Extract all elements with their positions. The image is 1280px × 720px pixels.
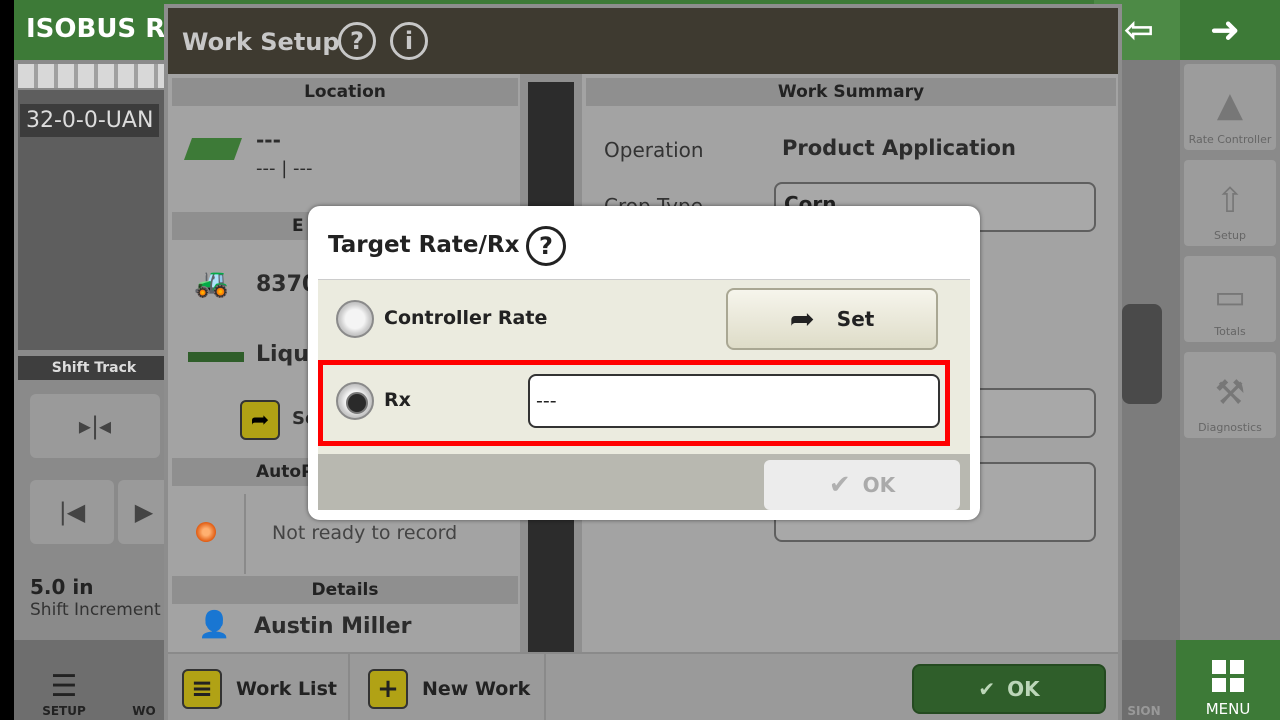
plus-icon: +	[368, 669, 408, 709]
work-summary-header: Work Summary	[586, 78, 1116, 106]
menu-button[interactable]: MENU	[1176, 640, 1280, 720]
setup-shortcut-button[interactable]: ⇧ Setup	[1184, 160, 1276, 246]
work-list-button[interactable]: ≡ Work List	[182, 666, 337, 712]
app-title: ISOBUS Ru	[26, 14, 184, 44]
implement-icon	[188, 352, 244, 362]
mission-tab[interactable]: SION	[1114, 640, 1174, 720]
arrow-left-icon: ⇦	[1123, 9, 1155, 51]
operation-value: Product Application	[782, 136, 1016, 160]
shift-increment-label: Shift Increment	[30, 600, 161, 620]
set-button[interactable]: ➦ Set	[726, 288, 938, 350]
right-shortcut-rail: ▲ Rate Controller ⇧ Setup ▭ Totals ⚒ Diagnos…	[1180, 60, 1280, 640]
rate-controller-button[interactable]: ▲ Rate Controller	[1184, 64, 1276, 150]
help-icon[interactable]: ?	[526, 226, 566, 266]
new-work-button[interactable]: + New Work	[368, 666, 530, 712]
setup-tab[interactable]: ☰ SETUP	[24, 640, 104, 720]
menu-grid-icon	[1212, 660, 1244, 692]
totals-icon: ▭	[1213, 277, 1247, 317]
details-header: Details	[172, 576, 518, 604]
list-icon: ≡	[182, 669, 222, 709]
help-icon[interactable]: ?	[338, 22, 376, 60]
left-run-panel: 32-0-0-UAN Shift Track ▸|◂ |◀ ▶ 5.0 in S…	[14, 60, 174, 640]
shift-increment-value: 5.0 in	[30, 575, 94, 599]
skip-left-icon: |◀	[58, 498, 86, 526]
record-status: Not ready to record	[272, 522, 458, 544]
location-sub: --- | ---	[256, 158, 313, 179]
target-rate-rx-modal: Target Rate/Rx ? Controller Rate ➦ Set R…	[308, 206, 980, 520]
set-equipment-button[interactable]: ➦	[240, 400, 280, 440]
diagnostics-shortcut-button[interactable]: ⚒ Diagnostics	[1184, 352, 1276, 438]
modal-content: Target Rate/Rx ? Controller Rate ➦ Set R…	[318, 216, 970, 510]
shift-left-button[interactable]: |◀	[30, 480, 114, 544]
work-setup-ok-button[interactable]: ✔ OK	[912, 664, 1106, 714]
skip-right-icon: ▶	[134, 498, 154, 526]
section-stripes	[18, 64, 170, 88]
operation-label: Operation	[604, 138, 704, 162]
operator-name: Austin Miller	[254, 614, 412, 639]
controller-rate-label: Controller Rate	[384, 307, 548, 329]
side-tab[interactable]	[1122, 304, 1162, 404]
location-header: Location	[172, 78, 518, 106]
work-setup-footer: ≡ Work List + New Work ✔ OK	[168, 652, 1118, 720]
location-name: ---	[256, 128, 281, 152]
work-setup-title: Work Setup	[182, 28, 340, 56]
arrow-right-icon: ➜	[1209, 9, 1241, 51]
modal-ok-button[interactable]: ✔ OK	[764, 460, 960, 510]
status-indicator-icon	[196, 522, 216, 542]
center-arrows-icon: ▸|◂	[78, 412, 112, 440]
wrench-icon: ⚒	[1214, 373, 1246, 413]
totals-shortcut-button[interactable]: ▭ Totals	[1184, 256, 1276, 342]
operator-avatar: 👤	[198, 610, 231, 640]
center-shift-button[interactable]: ▸|◂	[30, 394, 160, 458]
info-icon[interactable]: i	[390, 22, 428, 60]
modal-footer: ✔ OK	[318, 454, 970, 510]
rate-controller-icon: ▲	[1216, 85, 1244, 125]
share-arrow-icon: ➦	[250, 407, 270, 433]
product-tag: 32-0-0-UAN	[20, 104, 160, 137]
controller-rate-radio[interactable]	[336, 300, 374, 338]
work-setup-header: Work Setup ? i	[168, 8, 1118, 74]
implement-name: Liqu	[256, 342, 309, 367]
field-icon	[183, 138, 243, 160]
checkmark-icon: ✔	[828, 470, 851, 500]
rx-highlight-box	[318, 360, 950, 446]
tractor-icon: 🚜	[194, 266, 229, 299]
share-arrow-icon: ➦	[789, 301, 815, 337]
modal-title: Target Rate/Rx	[328, 232, 520, 258]
shift-track-header: Shift Track	[18, 356, 170, 380]
up-arrow-icon: ⇧	[1215, 181, 1245, 221]
checklist-icon: ☰	[50, 669, 78, 704]
forward-arrow-button[interactable]: ➜	[1180, 0, 1270, 60]
shift-right-button[interactable]: ▶	[118, 480, 170, 544]
modal-header: Target Rate/Rx ?	[318, 216, 970, 280]
checkmark-icon: ✔	[978, 677, 996, 701]
